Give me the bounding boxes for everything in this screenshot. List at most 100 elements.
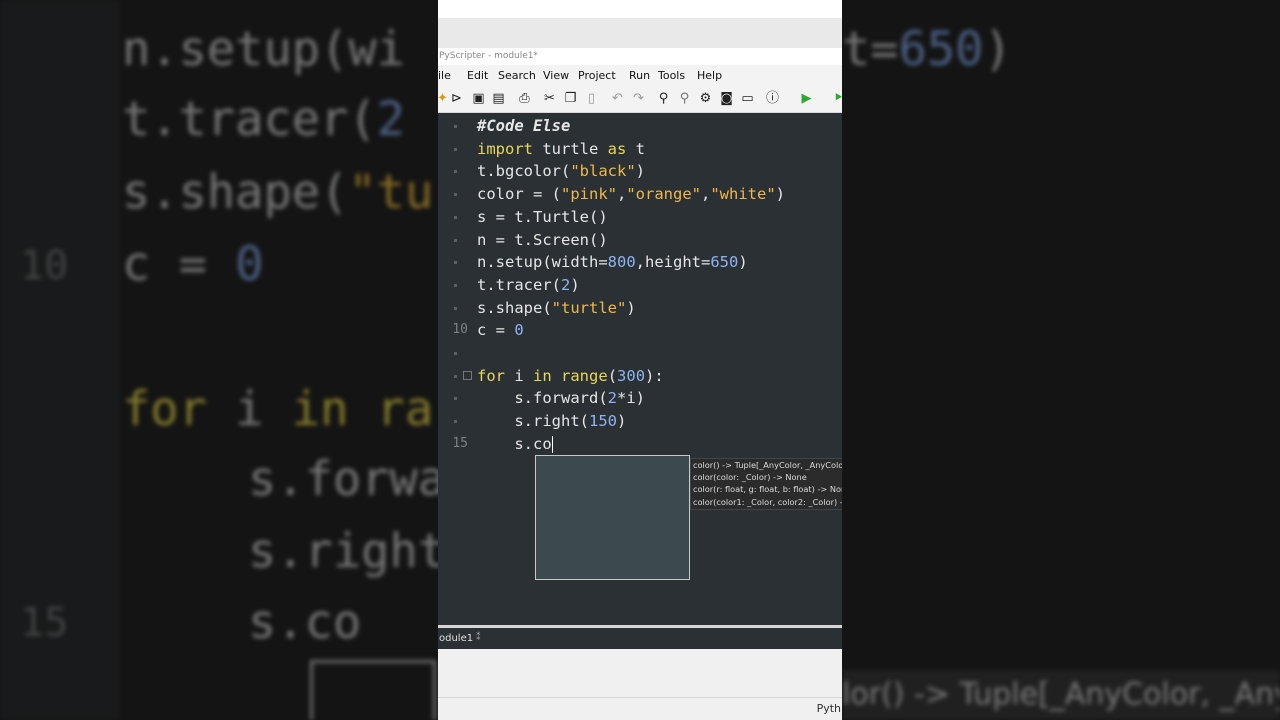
code-token: , <box>617 185 627 204</box>
window-title: PyScripter - module1* <box>438 48 842 65</box>
gutter-dot <box>454 215 457 219</box>
menu-view[interactable]: View <box>543 65 578 86</box>
info-icon[interactable]: ⓘ <box>764 90 781 107</box>
line-number: 10 <box>452 322 468 338</box>
code-token: *i) <box>617 389 645 408</box>
gutter-dot <box>454 147 457 151</box>
code-token: ) <box>616 412 627 431</box>
menu-project[interactable]: Project <box>578 65 629 86</box>
code-token: ) <box>738 253 748 272</box>
code-token: ) <box>626 298 636 317</box>
code-line[interactable]: #Code Else <box>477 115 570 137</box>
code-line[interactable]: s.right(150) <box>477 410 626 432</box>
run-icon[interactable]: ▶ <box>798 90 815 107</box>
menu-help[interactable]: Help <box>697 65 722 86</box>
menu-run[interactable]: Run <box>629 65 658 86</box>
tab-close-icon[interactable]: ⁑ <box>476 628 481 649</box>
print-icon[interactable]: ⎙ <box>516 90 533 107</box>
search-icon[interactable]: ⚲ <box>655 90 672 107</box>
tab-module1[interactable]: odule1 <box>438 628 473 649</box>
code-token: in <box>533 366 552 385</box>
code-token: , <box>701 185 711 204</box>
code-line[interactable]: n.setup(width=800,height=650) <box>477 251 748 273</box>
code-token: turtle <box>533 139 608 158</box>
code-token: ( <box>607 366 618 385</box>
code-token: t.tracer( <box>477 275 561 294</box>
open-folder-icon[interactable]: ⊳ <box>448 90 465 107</box>
code-line[interactable]: s.co <box>477 433 553 455</box>
menu-file[interactable]: ile <box>438 65 467 86</box>
status-language: Pyth <box>816 702 841 715</box>
calltip-line: color() -> Tuple[_AnyColor, _AnyColor] <box>693 460 842 470</box>
copy-icon[interactable]: ❐ <box>562 90 579 107</box>
code-line[interactable]: import turtle as t <box>477 138 645 160</box>
code-line[interactable]: color = ("pink","orange","white") <box>477 183 785 205</box>
background-code-line: n.setup(wi <box>122 22 405 77</box>
code-line[interactable]: n = t.Screen() <box>477 229 608 251</box>
background-code-line: s.forwa <box>248 452 447 507</box>
editor-gutter: 10 15 <box>438 113 472 625</box>
window-icon[interactable]: ▭ <box>739 90 756 107</box>
code-token: range <box>561 366 608 385</box>
background-code-line: t=650) <box>842 22 1012 77</box>
top-blank-strip <box>438 0 842 18</box>
find-in-files-icon[interactable]: ⚙ <box>697 90 714 107</box>
gutter-dot <box>454 397 457 401</box>
editor-tab-bar: odule1 ⁑ <box>438 628 842 649</box>
menu-bar: ile Edit Search View Project Run Tools Help <box>438 65 842 86</box>
background-code-line: t.tracer(2 <box>122 92 405 147</box>
line-number: 15 <box>452 435 468 451</box>
menu-tools[interactable]: Tools <box>658 65 697 86</box>
code-token: color = ( <box>477 185 561 204</box>
code-token: 300 <box>617 366 646 385</box>
cut-icon[interactable]: ✂ <box>541 90 558 107</box>
calltip-line: color(r: float, g: float, b: float) -> N… <box>693 484 842 495</box>
code-line[interactable]: s.forward(2*i) <box>477 387 645 409</box>
save-icon[interactable]: ▣ <box>470 90 487 107</box>
debug-icon[interactable]: ⯈ <box>830 90 842 107</box>
code-token: c = <box>477 321 515 340</box>
code-editor[interactable]: 10 15 #Code Else import turtle as t t.bgcol… <box>438 113 842 625</box>
code-token: 650 <box>710 253 739 272</box>
code-line[interactable]: s.shape("turtle") <box>477 297 636 319</box>
gutter-dot <box>454 125 457 128</box>
top-gray-strip <box>438 18 842 48</box>
text-caret <box>551 435 553 453</box>
code-token: ,height= <box>635 253 711 272</box>
code-token: "turtle" <box>551 298 627 317</box>
code-line[interactable]: t.tracer(2) <box>477 274 580 296</box>
autocomplete-list[interactable] <box>535 455 690 580</box>
code-line[interactable]: t.bgcolor("black") <box>477 160 645 182</box>
undo-icon[interactable]: ↶ <box>609 90 626 107</box>
code-token: "pink" <box>561 185 617 204</box>
calltip-popup: color() -> Tuple[_AnyColor, _AnyColor] c… <box>690 458 842 510</box>
code-token: s.right( <box>477 412 589 431</box>
code-token: "orange" <box>626 185 701 204</box>
calltip-line: color(color1: _Color, color2: _Color) ->… <box>693 496 842 507</box>
redo-icon[interactable]: ↷ <box>630 90 647 107</box>
code-line[interactable]: c = 0 <box>477 319 524 341</box>
gutter-dot <box>454 306 457 310</box>
save-all-icon[interactable]: ▤ <box>490 90 507 107</box>
code-token: "white" <box>710 185 776 204</box>
code-line[interactable]: s = t.Turtle() <box>477 206 608 228</box>
fold-toggle-icon[interactable] <box>463 370 472 380</box>
background-line-number: 15 <box>20 600 69 646</box>
paste-icon[interactable]: ▯ <box>583 90 600 107</box>
code-line[interactable]: for i in range(300): <box>477 365 664 387</box>
menu-edit[interactable]: Edit <box>467 65 498 86</box>
background-code-line: s.shape("tu <box>122 165 434 220</box>
code-token: ) <box>635 162 645 181</box>
code-token: i <box>505 366 533 385</box>
status-bar: Pyth <box>438 697 842 720</box>
code-token: s.co <box>477 434 552 453</box>
screenshot-icon[interactable]: ◙ <box>718 90 735 107</box>
code-token: 2 <box>607 389 617 408</box>
code-token: n.setup(width= <box>477 253 608 272</box>
calltip-line: color(color: _Color) -> None <box>693 472 807 483</box>
code-token: s.forward( <box>477 389 608 408</box>
code-token: 0 <box>514 321 524 340</box>
menu-search[interactable]: Search <box>498 65 543 86</box>
gutter-dot <box>454 261 457 265</box>
replace-icon[interactable]: ⚲ <box>676 90 693 107</box>
